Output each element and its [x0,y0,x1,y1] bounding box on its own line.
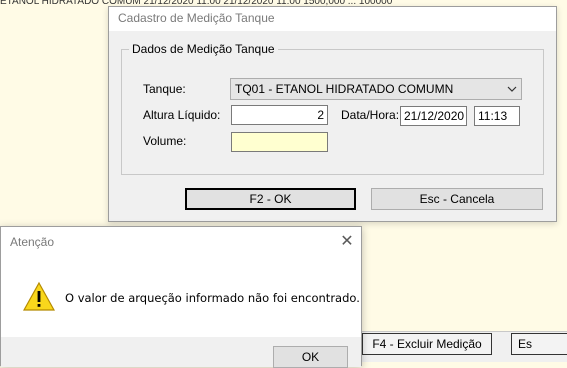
background-panel [556,0,567,361]
close-icon[interactable]: ✕ [339,231,355,251]
time-input[interactable]: 11:13 [474,106,520,126]
altura-label: Altura Líquido: [143,108,221,122]
warning-dialog-title: Atenção [10,235,55,249]
tanque-label: Tanque: [143,82,186,96]
warning-dialog: Atenção ✕ O valor de arqueção informado … [0,226,362,368]
tanque-select-value: TQ01 - ETANOL HIDRATADO COMUMN [235,82,454,96]
volume-input[interactable] [231,132,328,152]
date-input[interactable]: 21/12/2020 [400,106,467,126]
dialog-titlebar: Cadastro de Medição Tanque [109,7,556,31]
chevron-down-icon [507,86,517,92]
delete-measurement-button[interactable]: F4 - Excluir Medição [362,333,492,355]
altura-input[interactable]: 2 [231,105,328,125]
dialog-title: Cadastro de Medição Tanque [118,11,275,25]
escape-button[interactable]: Es [511,333,567,355]
volume-label: Volume: [143,134,187,148]
cancel-button[interactable]: Esc - Cancela [371,188,543,210]
warning-icon [23,281,55,311]
group-title: Dados de Medição Tanque [129,42,278,56]
alert-ok-button[interactable]: OK [273,346,348,368]
tanque-select[interactable]: TQ01 - ETANOL HIDRATADO COMUMN [230,78,522,100]
ok-button[interactable]: F2 - OK [185,188,356,210]
datahora-label: Data/Hora: [341,108,400,122]
warning-message: O valor de arqueção informado não foi en… [65,291,360,305]
